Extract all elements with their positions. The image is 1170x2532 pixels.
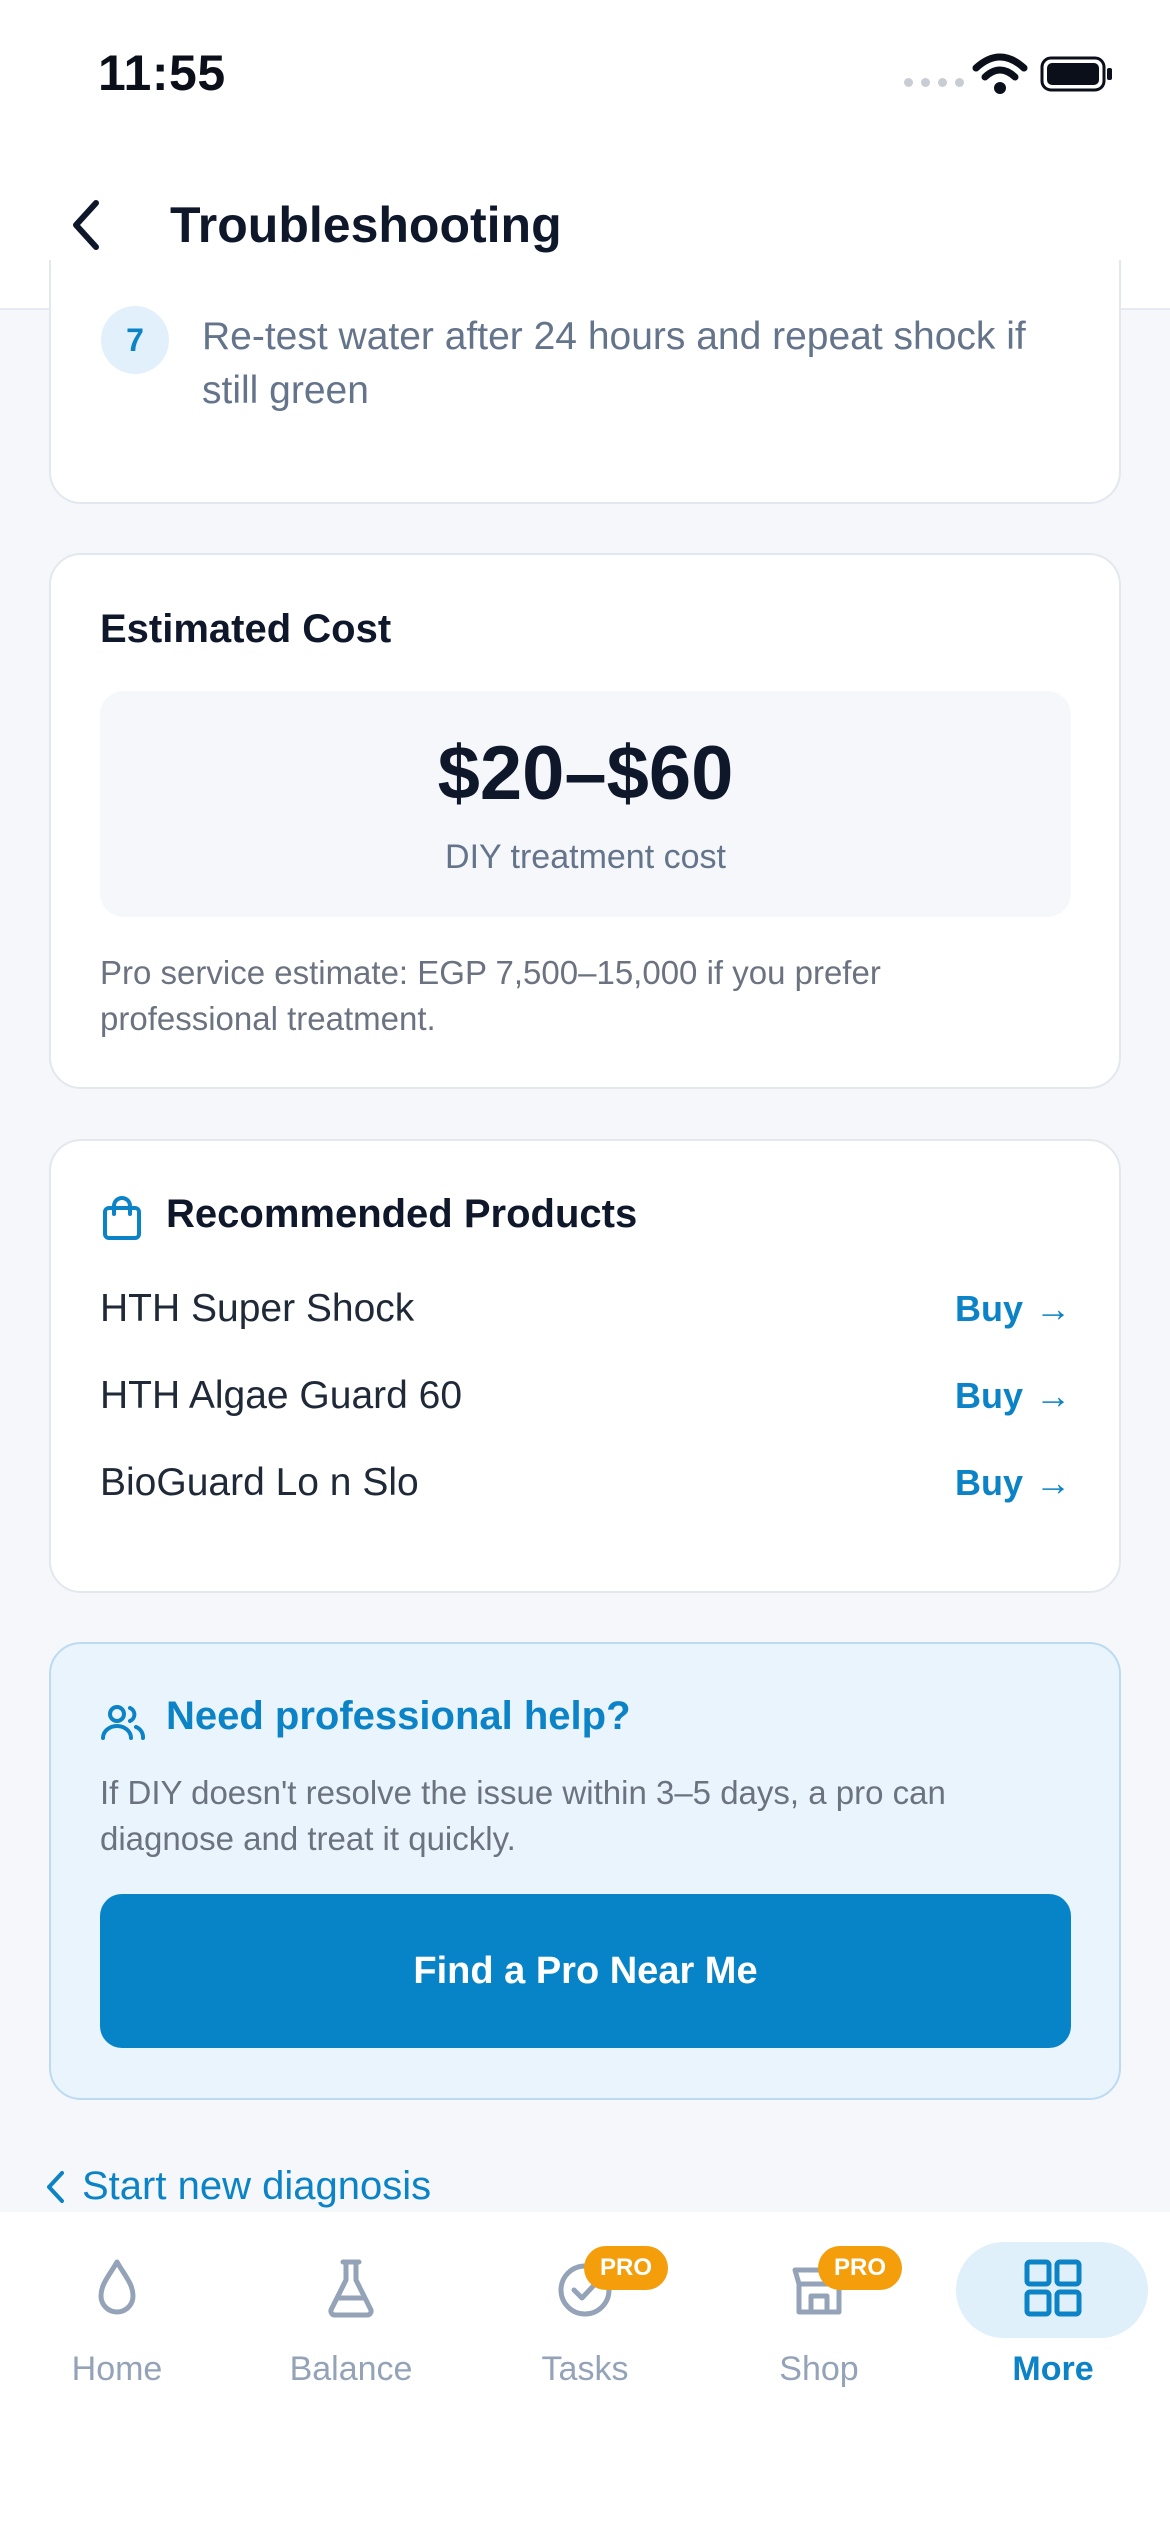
- product-row: HTH Algae Guard 60 Buy →: [100, 1366, 1071, 1426]
- grid-icon: [1024, 2259, 1082, 2317]
- cost-amount: $20–$60: [437, 731, 734, 816]
- cost-subtitle: DIY treatment cost: [445, 838, 726, 876]
- start-new-label: Start new diagnosis: [82, 2164, 432, 2208]
- product-name: BioGuard Lo n Slo: [100, 1461, 419, 1504]
- tab-more[interactable]: More: [958, 2242, 1148, 2392]
- back-button[interactable]: [56, 190, 116, 260]
- buy-button[interactable]: Buy →: [955, 1375, 1071, 1417]
- tab-label: More: [1012, 2350, 1094, 2388]
- arrow-right-icon: →: [1035, 1462, 1071, 1503]
- arrow-right-icon: →: [1035, 1375, 1071, 1416]
- arrow-right-icon: →: [1035, 1288, 1071, 1329]
- step-text: Re-test water after 24 hours and repeat …: [202, 315, 1026, 412]
- page-title: Troubleshooting: [170, 197, 562, 253]
- tab-label: Home: [71, 2350, 163, 2388]
- flask-icon: [328, 2259, 374, 2318]
- start-new-diagnosis-link[interactable]: Start new diagnosis: [44, 2164, 431, 2209]
- chevron-left-icon: [47, 2170, 64, 2203]
- tab-label: Balance: [289, 2350, 413, 2388]
- tab-label: Shop: [779, 2350, 859, 2388]
- pro-badge: PRO: [818, 2246, 903, 2290]
- products-title: Recommended Products: [166, 1192, 638, 1236]
- chevron-left-icon: [73, 200, 99, 250]
- product-name: HTH Algae Guard 60: [100, 1374, 463, 1417]
- product-row: HTH Super Shock Buy →: [100, 1279, 1071, 1339]
- shopping-bag-icon: [103, 1196, 141, 1240]
- buy-label: Buy: [954, 1462, 1023, 1503]
- product-row: BioGuard Lo n Slo Buy →: [100, 1453, 1071, 1513]
- help-text: If DIY doesn't resolve the issue within …: [100, 1774, 946, 1857]
- buy-button[interactable]: Buy →: [955, 1288, 1071, 1330]
- buy-button[interactable]: Buy →: [955, 1462, 1071, 1504]
- wifi-icon: [972, 53, 1028, 94]
- battery-icon: [1040, 56, 1112, 92]
- pro-cost-note: Pro service estimate: EGP 7,500–15,000 i…: [100, 954, 881, 1037]
- help-title: Need professional help?: [166, 1694, 631, 1738]
- pro-badge: PRO: [584, 2246, 669, 2290]
- cost-title: Estimated Cost: [100, 607, 392, 651]
- tab-label: Tasks: [541, 2350, 629, 2388]
- cellular-signal-icon: [904, 78, 964, 87]
- drop-icon: [98, 2259, 136, 2315]
- tab-balance[interactable]: Balance: [256, 2242, 446, 2392]
- tab-home[interactable]: Home: [22, 2242, 212, 2392]
- status-time: 11:55: [98, 45, 226, 101]
- find-pro-button[interactable]: Find a Pro Near Me: [100, 1894, 1071, 2048]
- step-number-badge: 7: [101, 306, 169, 374]
- product-name: HTH Super Shock: [100, 1287, 415, 1330]
- buy-label: Buy: [954, 1375, 1023, 1416]
- buy-label: Buy: [954, 1288, 1023, 1329]
- users-icon: [101, 1705, 145, 1740]
